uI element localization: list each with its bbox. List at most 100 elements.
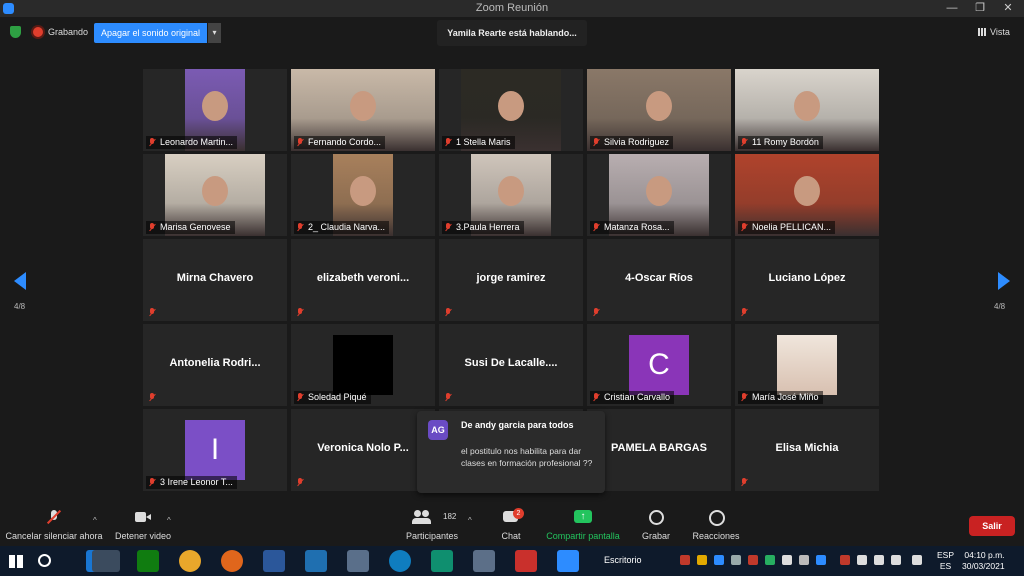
edge-icon[interactable]	[389, 550, 411, 572]
maximize-button[interactable]: ❐	[966, 0, 994, 17]
participant-tile[interactable]: 11 Romy Bordón	[735, 69, 879, 151]
participant-tile[interactable]: Silvia Rodriguez	[587, 69, 731, 151]
participant-tile[interactable]: elizabeth veroni...	[291, 239, 435, 321]
participant-display-name: Antonelia Rodri...	[169, 357, 261, 369]
muted-mic-icon	[741, 478, 747, 487]
participant-tile[interactable]: 4-Oscar Ríos	[587, 239, 731, 321]
reactions-button[interactable]: Reacciones	[690, 504, 742, 546]
previous-page-arrow-icon[interactable]	[14, 272, 26, 290]
minimize-button[interactable]: —	[938, 0, 966, 17]
share-screen-button[interactable]: ↑ Compartir pantalla	[540, 504, 626, 546]
tray-icon-9[interactable]	[816, 555, 826, 565]
acrobat-icon[interactable]	[515, 550, 537, 572]
tray-icon-11[interactable]	[857, 555, 867, 565]
participant-tile[interactable]: María José Miño	[735, 324, 879, 406]
participant-silhouette	[350, 91, 376, 121]
tray-icon-7[interactable]	[782, 555, 792, 565]
participant-tile[interactable]: I3 Irene Leonor T...	[143, 409, 287, 491]
participant-tile[interactable]: 3.Paula Herrera	[439, 154, 583, 236]
chat-button[interactable]: 2 Chat	[492, 504, 530, 546]
meeting-topbar: Grabando Apagar el sonido original ▾ Yam…	[0, 17, 1024, 47]
original-sound-dropdown-icon[interactable]: ▾	[208, 23, 221, 43]
page-indicator-right: 4/8	[994, 302, 1006, 311]
participant-tile[interactable]: jorge ramirez	[439, 239, 583, 321]
participant-tile[interactable]: Elisa Michia	[735, 409, 879, 491]
file-explorer-icon[interactable]	[92, 550, 120, 572]
tray-icon-2[interactable]	[697, 555, 707, 565]
firefox-icon[interactable]	[221, 550, 243, 572]
participant-tile[interactable]: Antonelia Rodri...	[143, 324, 287, 406]
chat-notification-popup[interactable]: AG De andy garcia para todos el postitul…	[417, 411, 605, 493]
record-button[interactable]: Grabar	[636, 504, 676, 546]
monitor-app-icon[interactable]	[305, 550, 327, 572]
volume-icon[interactable]	[912, 555, 922, 565]
clock-time: 04:10 p.m.	[964, 550, 1005, 560]
view-label: Vista	[990, 27, 1010, 37]
next-page-arrow-icon[interactable]	[998, 272, 1010, 290]
calculator-icon[interactable]	[347, 550, 369, 572]
tray-icon-8[interactable]	[799, 555, 809, 565]
tray-icon-4[interactable]	[731, 555, 741, 565]
participant-tile[interactable]: 2_ Claudia Narva...	[291, 154, 435, 236]
audio-options-chevron-icon[interactable]: ^	[93, 516, 97, 525]
desktop-toolbar-label[interactable]: Escritorio	[604, 555, 642, 565]
participant-tile[interactable]: Mirna Chavero	[143, 239, 287, 321]
tray-icon-1[interactable]	[680, 555, 690, 565]
zoom-taskbar-icon[interactable]	[557, 550, 579, 572]
original-sound-button[interactable]: Apagar el sonido original	[94, 23, 207, 43]
participant-tile[interactable]: Leonardo Martin...	[143, 69, 287, 151]
tray-icon-3[interactable]	[714, 555, 724, 565]
tray-icon-5[interactable]	[748, 555, 758, 565]
windows-taskbar: Escritorio ESP ES 04:10 p.m. 30/03/2021	[0, 546, 1024, 576]
participants-chevron-icon[interactable]: ^	[468, 516, 472, 525]
participant-tile[interactable]: Noelia PELLICAN...	[735, 154, 879, 236]
participant-tile[interactable]: C Cristian Carvallo	[587, 324, 731, 406]
participant-name-label: Marisa Genovese	[146, 221, 235, 234]
stop-video-label: Detener video	[114, 531, 172, 541]
participant-display-name: 4-Oscar Ríos	[625, 272, 693, 284]
video-options-chevron-icon[interactable]: ^	[167, 516, 171, 525]
publisher-icon[interactable]	[431, 550, 453, 572]
leave-meeting-button[interactable]: Salir	[969, 516, 1015, 536]
muted-mic-icon	[297, 308, 303, 317]
participant-tile[interactable]: Matanza Rosa...	[587, 154, 731, 236]
windows-start-icon[interactable]	[9, 555, 23, 568]
participant-tile[interactable]: PAMELA BARGAS	[587, 409, 731, 491]
stop-video-button[interactable]: Detener video	[110, 504, 176, 546]
unmute-button[interactable]: Cancelar silenciar ahora	[2, 504, 106, 546]
participant-tile[interactable]: 1 Stella Maris	[439, 69, 583, 151]
language-indicator[interactable]: ESP ES	[937, 550, 954, 572]
security-shield-icon[interactable]	[10, 26, 21, 38]
participant-tile[interactable]: Veronica Nolo P...	[291, 409, 435, 491]
tray-icon-10[interactable]	[840, 555, 850, 565]
participant-tile[interactable]: Soledad Piqué	[291, 324, 435, 406]
search-icon[interactable]	[38, 554, 51, 567]
system-clock[interactable]: 04:10 p.m. 30/03/2021	[962, 550, 1005, 572]
tray-icon-6[interactable]	[765, 555, 775, 565]
chat-sender: De andy garcia para todos	[461, 420, 574, 430]
participant-name-label: Soledad Piqué	[294, 391, 371, 404]
participant-silhouette	[794, 176, 820, 206]
store-icon[interactable]	[137, 550, 159, 572]
chat-unread-badge: 2	[513, 508, 524, 519]
muted-mic-icon	[445, 223, 451, 232]
participant-name-label: 11 Romy Bordón	[738, 136, 823, 149]
paint-icon[interactable]	[473, 550, 495, 572]
participant-tile[interactable]: Susi De Lacalle....	[439, 324, 583, 406]
participants-button[interactable]: 182 Participantes	[400, 504, 464, 546]
view-button[interactable]: Vista	[978, 27, 1010, 37]
participant-tile[interactable]: Fernando Cordo...	[291, 69, 435, 151]
chrome-icon[interactable]	[179, 550, 201, 572]
participant-name-label: Leonardo Martin...	[146, 136, 238, 149]
participant-silhouette	[646, 176, 672, 206]
network-icon[interactable]	[891, 555, 901, 565]
participant-display-name: Elisa Michia	[775, 442, 839, 454]
participant-tile[interactable]: Luciano López	[735, 239, 879, 321]
word-icon[interactable]	[263, 550, 285, 572]
sender-avatar: AG	[428, 420, 448, 440]
participant-tile[interactable]: Marisa Genovese	[143, 154, 287, 236]
close-window-button[interactable]: ✕	[994, 0, 1022, 17]
muted-mic-icon	[593, 393, 599, 402]
participants-count: 182	[443, 512, 457, 521]
tray-icon-12[interactable]	[874, 555, 884, 565]
